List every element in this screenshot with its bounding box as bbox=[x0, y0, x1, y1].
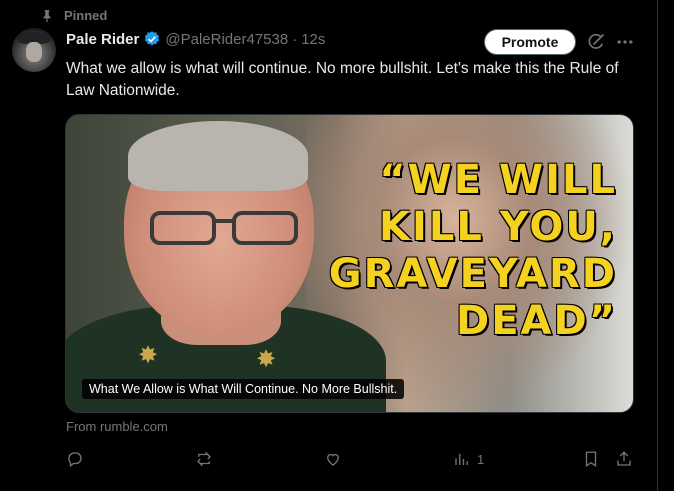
video-headline: “WE WILL KILL YOU, GRAVEYARD DEAD” bbox=[317, 157, 617, 345]
more-options-icon[interactable] bbox=[614, 32, 636, 52]
headline-line: DEAD” bbox=[456, 298, 617, 344]
headline-line: “WE WILL bbox=[379, 157, 617, 203]
reply-icon bbox=[68, 452, 82, 468]
column-divider bbox=[657, 0, 658, 491]
pinned-label: Pinned bbox=[64, 8, 108, 23]
display-name[interactable]: Pale Rider bbox=[66, 31, 139, 48]
avatar-face bbox=[26, 42, 42, 62]
collar-star-right: ✸ bbox=[256, 346, 277, 373]
reply-button[interactable] bbox=[66, 450, 90, 468]
glasses-shape bbox=[150, 211, 298, 245]
promote-button[interactable]: Promote bbox=[484, 29, 576, 55]
action-bar: 1 bbox=[0, 450, 657, 472]
verified-badge-icon[interactable] bbox=[143, 30, 161, 48]
hair-shape bbox=[128, 121, 308, 191]
timestamp[interactable]: 12s bbox=[301, 31, 325, 48]
pinned-indicator: Pinned bbox=[40, 8, 107, 23]
bookmark-icon bbox=[585, 451, 597, 468]
bookmark-button[interactable] bbox=[582, 450, 600, 468]
repost-icon bbox=[197, 451, 211, 467]
views-button[interactable]: 1 bbox=[453, 450, 484, 468]
grok-icon[interactable] bbox=[586, 32, 606, 52]
like-button[interactable] bbox=[324, 450, 348, 468]
avatar[interactable] bbox=[12, 28, 56, 72]
heart-icon bbox=[327, 453, 339, 466]
share-button[interactable] bbox=[615, 450, 633, 468]
user-handle[interactable]: @PaleRider47538 bbox=[165, 31, 288, 48]
source-link[interactable]: From rumble.com bbox=[66, 419, 168, 434]
collar-star-left: ✸ bbox=[138, 342, 159, 369]
pin-icon bbox=[43, 9, 51, 22]
media-video-thumbnail[interactable]: ✸ ✸ “WE WILL KILL YOU, GRAVEYARD DEAD” W… bbox=[65, 114, 634, 413]
headline-line: GRAVEYARD bbox=[328, 251, 617, 297]
tweet-header: Pale Rider @PaleRider47538 · 12s bbox=[66, 30, 325, 48]
repost-button[interactable] bbox=[195, 450, 219, 468]
tweet-text: What we allow is what will continue. No … bbox=[66, 60, 619, 99]
separator-dot: · bbox=[292, 30, 298, 48]
video-caption: What We Allow is What Will Continue. No … bbox=[82, 379, 405, 399]
headline-line: KILL YOU, bbox=[379, 204, 617, 250]
views-chart-icon bbox=[455, 453, 468, 465]
views-count: 1 bbox=[477, 451, 485, 467]
share-icon bbox=[617, 451, 631, 466]
